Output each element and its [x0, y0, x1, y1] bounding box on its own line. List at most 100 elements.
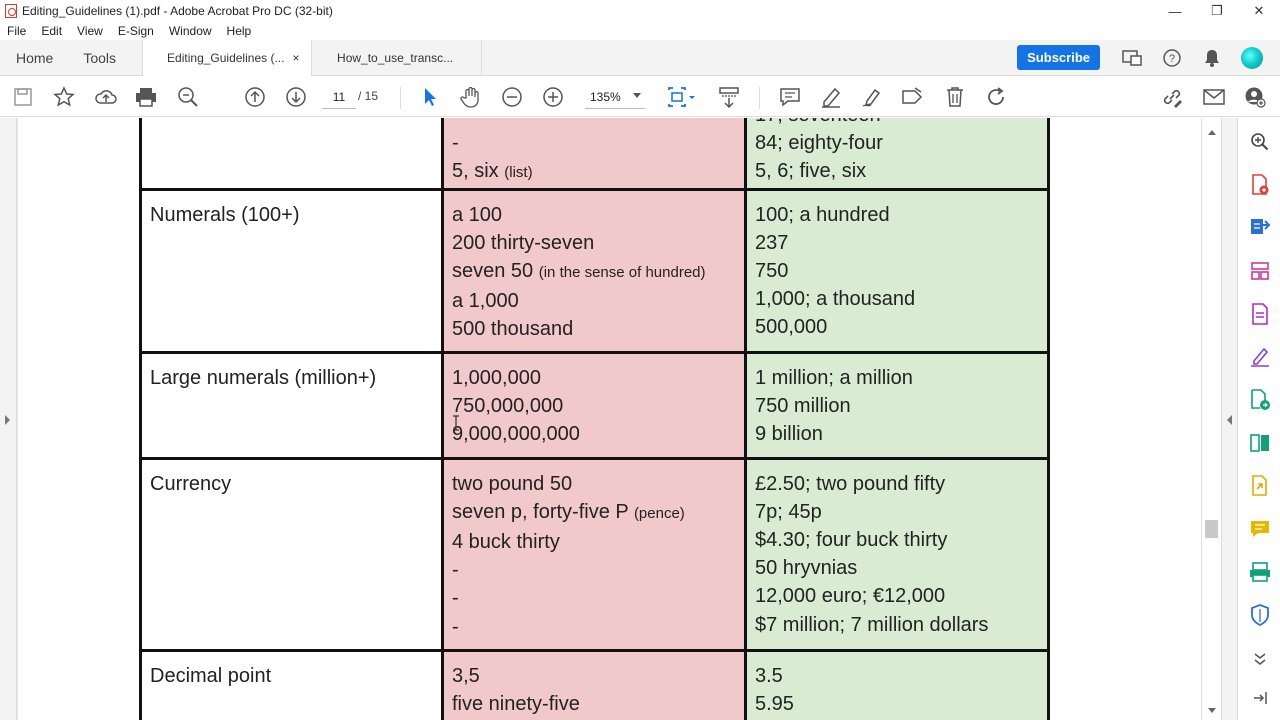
table-row: Decimal point 3,5 five ninety-five 3.5 5…	[139, 648, 1050, 720]
scrollbar-thumb[interactable]	[1205, 520, 1218, 538]
tab-tools[interactable]: Tools	[69, 40, 142, 75]
editing-guidelines-table: 17, seventeen - 5, six (list) 17, sevent…	[139, 118, 1050, 720]
create-pdf-icon[interactable]	[1248, 173, 1272, 197]
menu-view[interactable]: View	[70, 24, 111, 38]
scan-ocr-icon[interactable]	[1248, 560, 1272, 584]
compare-files-icon[interactable]	[1248, 431, 1272, 455]
menu-edit[interactable]: Edit	[34, 24, 70, 38]
stamp-tag-icon[interactable]	[901, 85, 925, 109]
collapse-tools-pane-icon[interactable]	[1248, 686, 1272, 710]
category-cell: Large numerals (million+)	[139, 350, 444, 460]
zoom-out-icon[interactable]	[500, 85, 524, 109]
organize-pages-icon[interactable]	[1248, 259, 1272, 283]
comment-icon[interactable]	[778, 85, 802, 109]
share-file-icon[interactable]	[1248, 474, 1272, 498]
scrolling-mode-icon[interactable]	[717, 85, 741, 109]
expand-left-panel-icon[interactable]	[5, 415, 10, 425]
menu-help[interactable]: Help	[220, 24, 260, 38]
incorrect-example: 9,000,000,000	[452, 423, 580, 446]
correct-example: 3.5	[755, 664, 783, 687]
delete-trash-icon[interactable]	[943, 85, 967, 109]
hand-tool-icon[interactable]	[459, 85, 483, 109]
print-icon[interactable]	[134, 85, 158, 109]
incorrect-example: -	[452, 587, 459, 610]
tools-pane	[1237, 118, 1280, 720]
example-note: (in the sense of hundred)	[538, 264, 706, 282]
left-panel-toggle[interactable]	[0, 118, 17, 720]
page-display-icon[interactable]	[666, 85, 696, 109]
edit-pdf-icon[interactable]	[1248, 302, 1272, 326]
page-number-input[interactable]: 11	[322, 85, 356, 109]
correct-example: 750 million	[755, 394, 851, 417]
incorrect-example: a 1,000	[452, 290, 519, 313]
sign-pen-icon[interactable]	[860, 85, 884, 109]
correct-example: 500,000	[755, 316, 828, 339]
chevron-down-icon	[633, 93, 641, 98]
email-icon[interactable]	[1202, 85, 1226, 109]
subscribe-button[interactable]: Subscribe	[1017, 45, 1100, 70]
restore-button[interactable]: ❐	[1196, 0, 1238, 22]
enhance-scan-zoom-icon[interactable]	[1248, 130, 1272, 154]
zoom-in-icon[interactable]	[541, 85, 565, 109]
correct-example: 50 hryvnias	[755, 557, 858, 580]
minimize-button[interactable]: —	[1154, 0, 1196, 22]
select-cursor-icon[interactable]	[418, 85, 442, 109]
zoom-level-select[interactable]: 135%	[585, 85, 645, 109]
tab-document-second[interactable]: How_to_use_transc...	[312, 40, 483, 75]
table-row: Numerals (100+) a 100 200 thirty-seven s…	[139, 187, 1050, 354]
incorrect-examples-cell: 17, seventeen - 5, six (list)	[441, 118, 747, 191]
highlight-pen-icon[interactable]	[819, 85, 843, 109]
help-icon[interactable]: ?	[1152, 40, 1192, 76]
menu-file[interactable]: File	[0, 24, 34, 38]
category-cell: Currency	[139, 456, 444, 652]
menu-window[interactable]: Window	[162, 24, 220, 38]
incorrect-examples-cell: 3,5 five ninety-five	[441, 648, 747, 720]
right-panel-toggle[interactable]	[1221, 118, 1237, 720]
tab-home[interactable]: Home	[0, 40, 69, 75]
header-actions: Subscribe ?	[1017, 40, 1280, 75]
find-zoom-icon[interactable]	[176, 85, 200, 109]
menu-esign[interactable]: E-Sign	[111, 24, 162, 38]
export-pdf-icon[interactable]	[1248, 215, 1272, 239]
protect-shield-icon[interactable]	[1248, 603, 1272, 627]
correct-example: $4.30; four buck thirty	[755, 529, 948, 552]
tab-document-label: Editing_Guidelines (...	[167, 51, 285, 65]
toolbar-divider	[400, 87, 401, 109]
upload-cloud-icon[interactable]	[94, 85, 118, 109]
vertical-scrollbar[interactable]	[1201, 118, 1221, 720]
scroll-up-icon[interactable]	[1208, 130, 1216, 135]
scroll-down-icon[interactable]	[1208, 708, 1216, 713]
correct-example: 17, seventeen	[755, 118, 1039, 129]
incorrect-example: 3,5	[452, 664, 480, 687]
incorrect-examples-cell: 1,000,000 750,000,000 9,000,000,000	[441, 350, 747, 460]
svg-text:?: ?	[1169, 53, 1175, 65]
next-page-icon[interactable]	[284, 85, 308, 109]
bookmark-star-icon[interactable]	[52, 85, 76, 109]
user-avatar[interactable]	[1232, 40, 1272, 76]
close-window-button[interactable]: ✕	[1238, 0, 1280, 22]
save-icon[interactable]	[11, 85, 35, 109]
tab-bar: Home Tools Editing_Guidelines (... × How…	[0, 40, 1280, 76]
correct-example: 237	[755, 231, 789, 254]
fill-sign-icon[interactable]	[1248, 345, 1272, 369]
tab-document-active[interactable]: Editing_Guidelines (... ×	[142, 40, 313, 76]
category-cell: Numerals (100+)	[139, 187, 444, 354]
add-user-icon[interactable]	[1243, 85, 1267, 109]
previous-page-icon[interactable]	[243, 85, 267, 109]
send-for-signature-icon[interactable]	[1248, 388, 1272, 412]
link-icon[interactable]	[1160, 85, 1184, 109]
collapse-right-panel-icon[interactable]	[1227, 415, 1232, 425]
share-screen-icon[interactable]	[1112, 40, 1152, 76]
correct-example: 5, 6; five, six	[755, 160, 867, 183]
close-tab-icon[interactable]: ×	[292, 51, 299, 65]
correct-example: £2.50; two pound fifty	[755, 472, 946, 495]
more-tools-chevron-icon[interactable]	[1248, 646, 1272, 670]
text-cursor-icon	[453, 415, 459, 431]
menu-bar: File Edit View E-Sign Window Help	[0, 22, 1280, 40]
category-cell	[139, 118, 444, 191]
rotate-redo-icon[interactable]	[984, 85, 1008, 109]
incorrect-example: a 100	[452, 203, 503, 226]
incorrect-example: 750,000,000	[452, 394, 564, 417]
notification-bell-icon[interactable]	[1192, 40, 1232, 76]
comment-tool-icon[interactable]	[1248, 517, 1272, 541]
